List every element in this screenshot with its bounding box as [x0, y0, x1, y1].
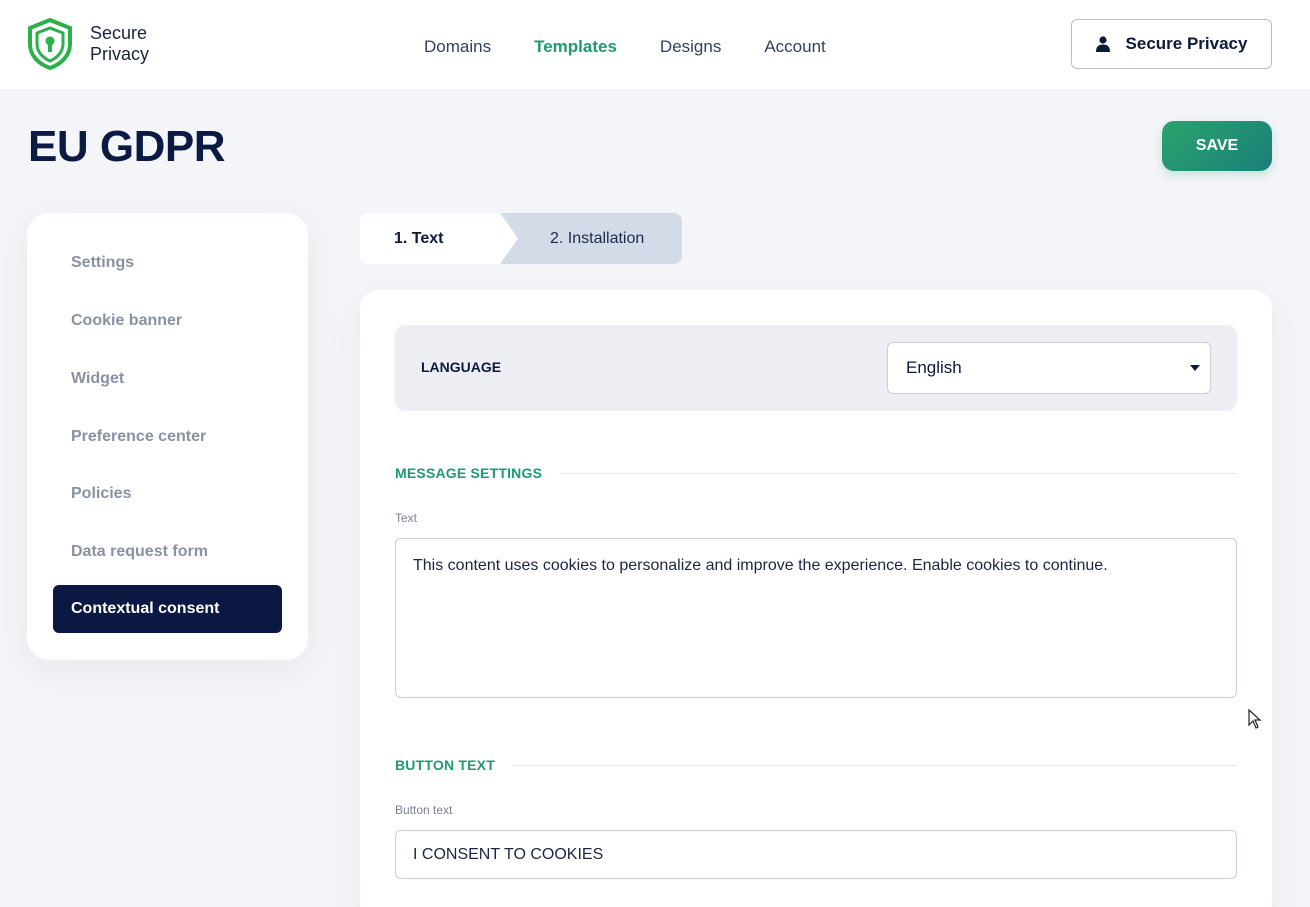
sidebar-item-data-request-form[interactable]: Data request form	[53, 528, 282, 576]
top-navigation-bar: Secure Privacy Domains Templates Designs…	[0, 0, 1310, 89]
template-sidebar: Settings Cookie banner Widget Preference…	[27, 213, 308, 660]
sidebar-item-cookie-banner[interactable]: Cookie banner	[53, 297, 282, 345]
sidebar-item-policies[interactable]: Policies	[53, 470, 282, 518]
text-field-label: Text	[395, 511, 418, 525]
mouse-cursor-icon	[1248, 709, 1262, 729]
button-text-input[interactable]: I CONSENT TO COOKIES	[395, 830, 1237, 879]
brand-name: Secure Privacy	[90, 23, 149, 65]
account-button-label: Secure Privacy	[1125, 34, 1248, 53]
brand-logo[interactable]: Secure Privacy	[26, 18, 149, 70]
nav-templates[interactable]: Templates	[534, 37, 617, 57]
nav-account[interactable]: Account	[764, 37, 825, 57]
content-card: LANGUAGE English MESSAGE SETTINGS Text T…	[360, 290, 1272, 907]
user-icon	[1095, 36, 1110, 52]
section-divider	[560, 472, 1237, 474]
language-select-value: English	[906, 358, 962, 377]
language-panel: LANGUAGE English	[395, 325, 1237, 411]
button-text-title: BUTTON TEXT	[395, 757, 495, 773]
account-button[interactable]: Secure Privacy	[1071, 19, 1272, 69]
main-nav: Domains Templates Designs Account	[424, 37, 869, 57]
nav-designs[interactable]: Designs	[660, 37, 721, 57]
message-settings-heading: MESSAGE SETTINGS	[395, 465, 1237, 481]
page-title: EU GDPR	[28, 122, 225, 171]
brand-name-line1: Secure	[90, 23, 148, 43]
sidebar-item-settings[interactable]: Settings	[53, 239, 282, 287]
step-installation[interactable]: 2. Installation	[500, 213, 682, 264]
language-select[interactable]: English	[887, 342, 1211, 394]
step-tabs: 2. Installation 1. Text	[360, 213, 682, 264]
brand-name-line2: Privacy	[90, 44, 150, 64]
section-divider	[512, 764, 1237, 766]
save-button[interactable]: SAVE	[1162, 121, 1272, 171]
button-text-field-label: Button text	[395, 803, 453, 817]
chevron-down-icon	[1190, 365, 1200, 371]
sidebar-item-widget[interactable]: Widget	[53, 355, 282, 403]
message-text-area[interactable]: This content uses cookies to personalize…	[395, 538, 1237, 698]
sidebar-item-contextual-consent[interactable]: Contextual consent	[53, 585, 282, 633]
button-text-heading: BUTTON TEXT	[395, 757, 1237, 773]
step-text[interactable]: 1. Text	[360, 213, 518, 264]
sidebar-item-preference-center[interactable]: Preference center	[53, 413, 282, 461]
message-settings-title: MESSAGE SETTINGS	[395, 465, 543, 481]
shield-keyhole-icon	[28, 18, 72, 70]
nav-domains[interactable]: Domains	[424, 37, 491, 57]
language-label: LANGUAGE	[421, 359, 502, 375]
